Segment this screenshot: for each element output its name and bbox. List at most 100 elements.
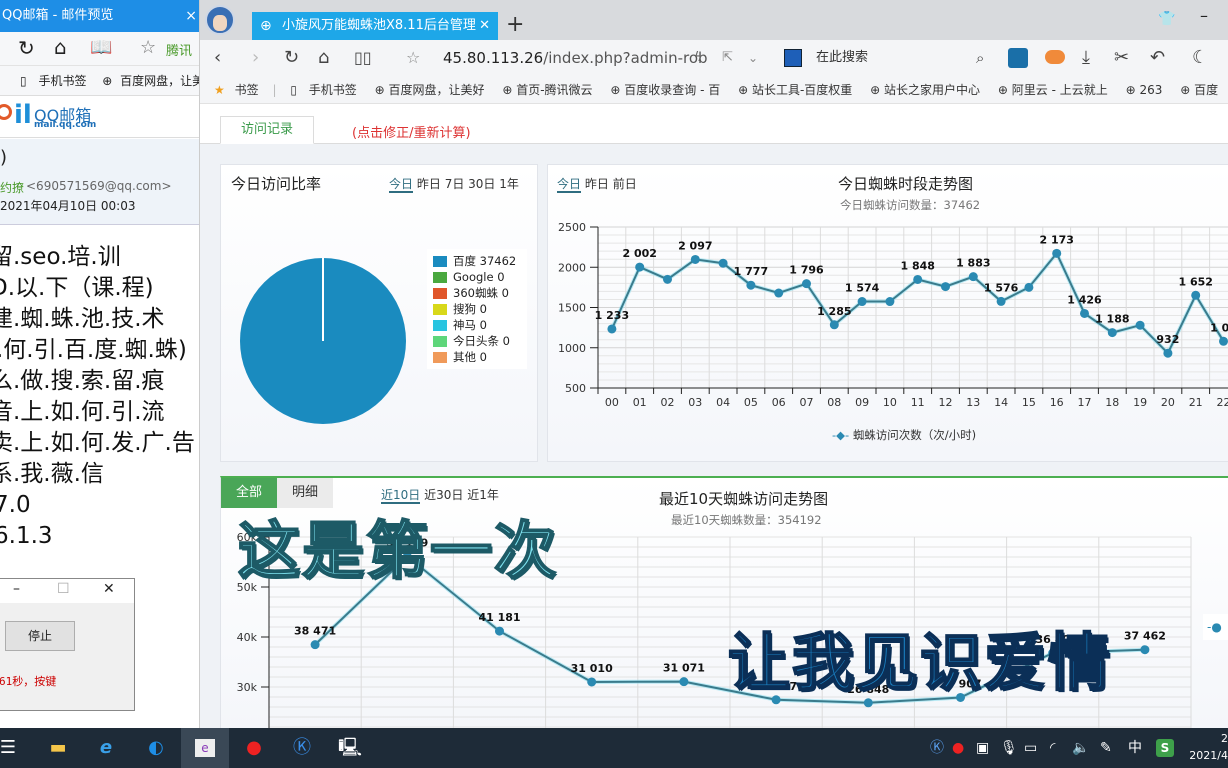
task-view-icon[interactable]: ☰ [0,728,28,768]
legend-item[interactable]: 360蜘蛛 0 [433,285,521,301]
search-icon[interactable]: ⌕ [976,40,984,76]
kugou-icon[interactable]: Ⓚ [282,728,322,768]
hourly-chart-card: 今日 昨日 前日 今日蜘蛛时段走势图 今日蜘蛛访问数量：37462 500 100… [547,164,1228,462]
legend-item[interactable]: 百度 37462 [433,253,521,269]
tab-visit-records[interactable]: 访问记录 [220,116,314,144]
game-icon[interactable] [1045,50,1065,64]
bookmark-item[interactable]: 百度网盘，让美好 [388,76,484,104]
legend-item[interactable]: 搜狗 0 [433,301,521,317]
data-label: 1 777 [734,265,768,278]
undo-icon[interactable]: ↶ [1150,40,1165,76]
app-icon[interactable] [1008,48,1028,68]
address-bar[interactable]: 45.80.113.26/index.php?admin-rob [443,40,708,76]
timer-dialog: – ☐ ✕ 停止 61秒，按键 [0,578,135,711]
bookmark-item[interactable]: 首页-腾讯微云 [516,76,592,104]
baidu-paw-icon[interactable] [784,49,802,67]
minimize-button[interactable]: – [13,581,20,597]
home-icon[interactable]: ⌂ [54,35,67,59]
sender-name[interactable]: 约撩 [0,179,24,196]
bookmark-item[interactable]: 手机书签 [38,74,86,88]
refresh-icon[interactable]: ↻ [18,36,35,60]
close-button[interactable]: ✕ [103,581,115,597]
legend-item[interactable]: 其他 0 [433,349,521,365]
ten-day-legend[interactable]: -● [1203,614,1228,640]
tray-recorder-icon[interactable]: ● [952,728,964,768]
bookmark-item[interactable]: 百度网盘，让美 [120,74,199,88]
tray-kugou-icon[interactable]: Ⓚ [930,728,944,768]
share-icon[interactable]: ⇱ [722,40,733,76]
hour-chart-legend[interactable]: -◆- 蜘蛛访问次数（次/小时) [832,427,976,443]
bookmark-item[interactable]: 手机书签 [309,76,357,104]
remote-desktop-icon[interactable]: 🖳 [330,728,370,768]
bookmark-item[interactable]: 百度 [1194,76,1218,104]
overlay-caption-1: 这是第一次 [237,513,559,588]
active-app-slot[interactable]: e [181,728,229,768]
scissors-icon[interactable]: ✂ [1114,40,1129,76]
data-label: 1 576 [984,281,1019,294]
file-explorer-icon[interactable]: ▬ [38,728,78,768]
recalculate-link[interactable]: (点击修正/重新计算) [352,122,471,141]
minimize-button[interactable]: – [1200,6,1208,25]
globe-icon: ⊕ [738,83,749,97]
ie-icon[interactable]: e [86,728,126,768]
pen-icon[interactable]: ✎ [1100,728,1112,768]
night-mode-icon[interactable]: ☾ [1192,40,1208,76]
mail-line: 么.做.搜.索.留.痕 [0,368,165,394]
globe-icon: ⊕ [374,83,385,97]
close-icon[interactable]: × [185,0,197,32]
data-point [679,677,689,687]
x-tick-label: 07 [800,396,814,409]
data-point [587,677,597,687]
star-icon[interactable]: ☆ [140,37,156,58]
close-tab-icon[interactable]: ✕ [479,12,490,40]
x-tick-label: 22 [1217,396,1228,409]
forward-icon[interactable]: › [252,40,259,76]
bookmark-item[interactable]: 阿里云 - 上云就上 [1012,76,1108,104]
legend-item[interactable]: 今日头条 0 [433,333,521,349]
globe-icon: ⊕ [102,74,113,88]
favorite-star-icon[interactable]: ☆ [406,40,420,76]
download-icon[interactable]: ⤓ [1082,40,1090,76]
mail-nav-bar: ↻ ⌂ 📖 ☆ 腾讯 [0,32,199,66]
lightning-icon[interactable]: ϟ [694,40,703,76]
microphone-icon[interactable]: 🎙 [1000,728,1018,768]
bookmark-item[interactable]: 百度收录查询 - 百 [624,76,720,104]
new-tab-button[interactable]: + [506,12,524,38]
sogou-icon[interactable]: S [1156,739,1174,757]
data-label: 1 848 [900,259,934,272]
data-point [1191,290,1201,300]
tray-display-icon[interactable]: ▣ [976,728,989,768]
reader-icon[interactable]: ▯▯ [354,40,372,76]
chevron-down-icon[interactable]: ⌄ [748,40,758,76]
x-tick-label: 10 [883,396,897,409]
data-point [1219,336,1228,346]
stop-button[interactable]: 停止 [5,621,75,651]
bookmarks-label[interactable]: 书签 [235,76,259,104]
bookmark-item[interactable]: 263 [1139,76,1162,104]
back-icon[interactable]: ‹ [214,40,221,76]
home-icon[interactable]: ⌂ [318,40,329,76]
recorder-icon[interactable]: ● [234,728,274,768]
battery-icon[interactable]: ▭ [1024,728,1037,768]
browser-tab-active[interactable]: ⊕ 小旋风万能蜘蛛池X8.11后台管理 ✕ [252,12,498,40]
tab-strip: ⊕ 小旋风万能蜘蛛池X8.11后台管理 ✕ + 👕 – [200,0,1228,40]
bookmark-item[interactable]: 站长之家用户中心 [884,76,980,104]
wifi-icon[interactable]: ◜ [1050,728,1055,768]
bookmark-item[interactable]: 站长工具-百度权重 [752,76,852,104]
user-avatar[interactable] [205,5,235,35]
maximize-button[interactable]: ☐ [57,581,70,597]
legend-item[interactable]: 神马 0 [433,317,521,333]
mail-line: 建.蜘.蛛.池.技.术 [0,306,165,332]
legend-swatch [433,271,447,283]
browser-icon[interactable]: ◐ [136,728,176,768]
reader-icon[interactable]: 📖 [90,37,112,58]
ime-indicator[interactable]: 中 [1128,728,1142,768]
brand-link[interactable]: 腾讯 [166,40,192,59]
data-label: 932 [1156,333,1179,346]
volume-icon[interactable]: 🔈 [1072,728,1089,768]
legend-item[interactable]: Google 0 [433,269,521,285]
skin-icon[interactable]: 👕 [1158,11,1175,27]
search-input[interactable]: 在此搜索 [816,40,868,76]
refresh-icon[interactable]: ↻ [284,40,299,76]
clock[interactable]: 2 2021/4 [1188,730,1228,764]
